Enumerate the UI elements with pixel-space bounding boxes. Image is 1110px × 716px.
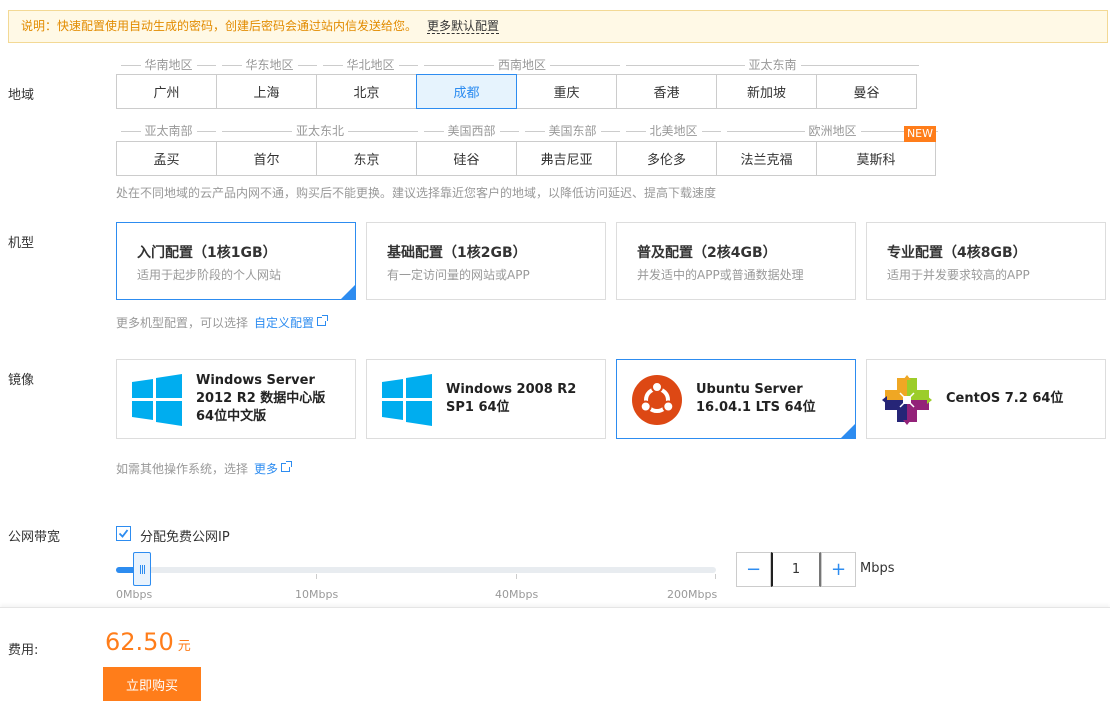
group-header: 华东地区 [222, 58, 317, 72]
city-seoul[interactable]: 首尔 [216, 141, 317, 176]
model-hint: 更多机型配置，可以选择 自定义配置 [116, 314, 329, 331]
region-hint: 处在不同地域的云产品内网不通，购买后不能更换。建议选择靠近您客户的地域，以降低访… [116, 186, 717, 200]
bandwidth-slider-track[interactable] [116, 567, 716, 573]
more-os-link[interactable]: 更多 [254, 461, 293, 476]
group-header: 美国西部 [424, 124, 519, 138]
city-beijing[interactable]: 北京 [316, 74, 417, 109]
buy-now-button[interactable]: 立即购买 [103, 667, 201, 701]
city-tokyo[interactable]: 东京 [316, 141, 417, 176]
city-guangzhou[interactable]: 广州 [116, 74, 217, 109]
city-row-2: 孟买 首尔 东京 硅谷 弗吉尼亚 多伦多 法兰克福 莫斯科 NEW [116, 126, 936, 176]
more-default-config-link[interactable]: 更多默认配置 [427, 19, 500, 34]
group-header: 亚太东北 [222, 124, 418, 138]
city-hongkong[interactable]: 香港 [616, 74, 717, 109]
image-card-ubuntu[interactable]: Ubuntu Server 16.04.1 LTS 64位 [616, 359, 856, 439]
model-title: 入门配置（1核1GB） [137, 245, 277, 261]
bandwidth-label: 公网带宽 [8, 530, 61, 545]
city-shanghai[interactable]: 上海 [216, 74, 317, 109]
slider-tick [715, 574, 716, 579]
model-card-standard[interactable]: 普及配置（2核4GB） 并发适中的APP或普通数据处理 [616, 222, 856, 300]
tick-label: 40Mbps [495, 588, 539, 601]
windows-icon [382, 374, 432, 426]
slider-tick [316, 574, 317, 579]
city-frankfurt[interactable]: 法兰克福 [716, 141, 817, 176]
city-singapore[interactable]: 新加坡 [716, 74, 817, 109]
image-card-win2012[interactable]: Windows Server 2012 R2 数据中心版 64位中文版 [116, 359, 356, 439]
notice-text: 说明：快速配置使用自动生成的密码，创建后密码会通过站内信发送给您。 [21, 19, 418, 33]
tick-label: 0Mbps [116, 588, 153, 601]
fee-label: 费用: [8, 643, 39, 658]
price: 62.50 元 [105, 628, 191, 656]
notice-bar: 说明：快速配置使用自动生成的密码，创建后密码会通过站内信发送给您。 更多默认配置 [8, 10, 1108, 43]
city-chengdu[interactable]: 成都 [416, 74, 517, 109]
price-currency: 元 [177, 639, 191, 654]
image-name: CentOS 7.2 64位 [946, 391, 1064, 406]
image-name: Ubuntu Server 16.04.1 LTS 64位 [696, 382, 816, 415]
ubuntu-icon [632, 375, 682, 425]
slider-tick [516, 574, 517, 579]
group-header: 北美地区 [626, 124, 721, 138]
bandwidth-unit: Mbps [860, 561, 895, 576]
free-ip-checkbox[interactable] [116, 526, 131, 541]
group-header: 华南地区 [121, 58, 216, 72]
region-label: 地域 [8, 88, 35, 103]
model-label: 机型 [8, 236, 35, 251]
custom-config-link[interactable]: 自定义配置 [254, 315, 329, 330]
city-virginia[interactable]: 弗吉尼亚 [516, 141, 617, 176]
model-card-entry[interactable]: 入门配置（1核1GB） 适用于起步阶段的个人网站 [116, 222, 356, 300]
model-title: 基础配置（1核2GB） [387, 245, 527, 261]
tick-label: 10Mbps [295, 588, 339, 601]
model-card-pro[interactable]: 专业配置（4核8GB） 适用于并发要求较高的APP [866, 222, 1106, 300]
group-header: 亚太东南 [626, 58, 919, 72]
city-toronto[interactable]: 多伦多 [616, 141, 717, 176]
model-title: 专业配置（4核8GB） [887, 245, 1027, 261]
model-desc: 适用于起步阶段的个人网站 [137, 268, 282, 282]
city-mumbai[interactable]: 孟买 [116, 141, 217, 176]
model-title: 普及配置（2核4GB） [637, 245, 777, 261]
bandwidth-slider-handle[interactable] [133, 552, 151, 586]
image-label: 镜像 [8, 373, 35, 388]
free-ip-label: 分配免费公网IP [140, 530, 230, 545]
image-hint: 如需其他操作系统，选择 更多 [116, 460, 293, 477]
city-silicon-valley[interactable]: 硅谷 [416, 141, 517, 176]
new-badge: NEW [903, 126, 936, 142]
check-icon [118, 529, 129, 538]
city-bangkok[interactable]: 曼谷 [816, 74, 917, 109]
city-row-1: 广州 上海 北京 成都 重庆 香港 新加坡 曼谷 [116, 74, 917, 109]
bandwidth-input[interactable] [771, 552, 821, 587]
city-moscow[interactable]: 莫斯科 NEW [816, 126, 936, 176]
windows-icon [132, 374, 182, 426]
bandwidth-stepper: − + [736, 552, 856, 587]
image-name: Windows 2008 R2 SP1 64位 [446, 382, 577, 415]
image-name: Windows Server 2012 R2 数据中心版 64位中文版 [196, 373, 326, 424]
city-chongqing[interactable]: 重庆 [516, 74, 617, 109]
image-card-centos[interactable]: CentOS 7.2 64位 [866, 359, 1106, 439]
external-link-icon [281, 461, 293, 472]
model-desc: 并发适中的APP或普通数据处理 [637, 268, 804, 282]
model-card-basic[interactable]: 基础配置（1核2GB） 有一定访问量的网站或APP [366, 222, 606, 300]
group-header: 美国东部 [525, 124, 620, 138]
image-card-win2008[interactable]: Windows 2008 R2 SP1 64位 [366, 359, 606, 439]
price-value: 62.50 [105, 628, 174, 656]
group-header: 亚太南部 [121, 124, 216, 138]
external-link-icon [317, 315, 329, 326]
model-desc: 适用于并发要求较高的APP [887, 268, 1030, 282]
centos-icon [882, 375, 932, 425]
group-header: 西南地区 [424, 58, 620, 72]
increment-button[interactable]: + [821, 552, 856, 587]
tick-label: 200Mbps [667, 588, 718, 601]
city-moscow-label: 莫斯科 [856, 153, 896, 168]
group-header: 华北地区 [323, 58, 418, 72]
decrement-button[interactable]: − [736, 552, 771, 587]
model-desc: 有一定访问量的网站或APP [387, 268, 530, 282]
